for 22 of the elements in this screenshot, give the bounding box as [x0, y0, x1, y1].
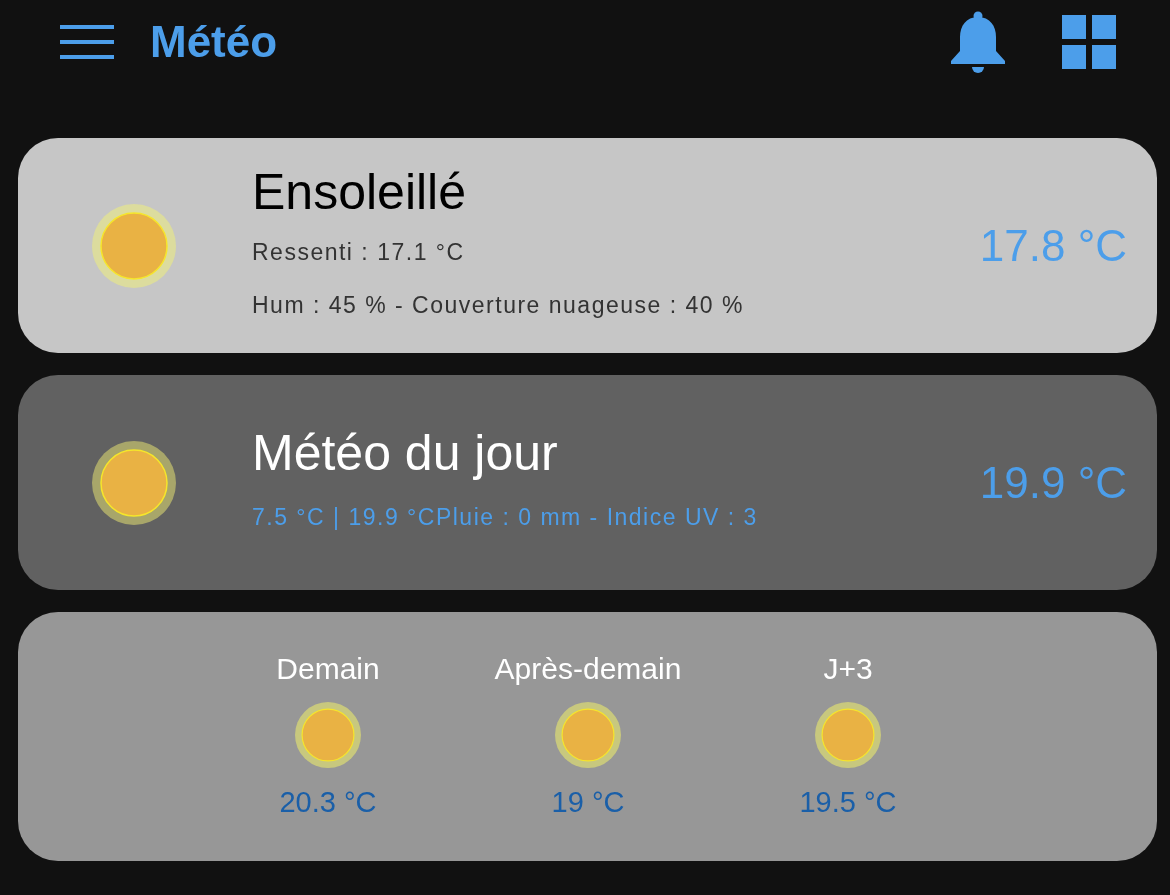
sun-icon	[92, 203, 176, 288]
feels-like: Ressenti : 17.1 °C	[252, 238, 466, 266]
sun-icon	[92, 440, 176, 525]
sun-icon	[555, 702, 621, 768]
today-summary: 7.5 °C | 19.9 °CPluie : 0 mm - Indice UV : 3	[252, 504, 759, 531]
current-temperature: 17.8 °C	[979, 220, 1127, 271]
sun-icon	[815, 702, 881, 768]
weather-details: Hum : 45 % - Couverture nuageuse : 40 %	[252, 291, 745, 319]
forecast-temperature: 19.5 °C	[799, 786, 897, 819]
condition: Ensoleillé	[252, 162, 467, 221]
sun-icon	[295, 702, 361, 768]
menu-icon[interactable]	[60, 25, 114, 59]
forecast-temperature: 20.3 °C	[279, 786, 377, 819]
today-temperature: 19.9 °C	[979, 457, 1127, 508]
grid-icon[interactable]	[1062, 15, 1116, 69]
forecast-temperature: 19 °C	[551, 786, 625, 819]
forecast-day: Demain	[276, 652, 380, 686]
today-title: Météo du jour	[252, 424, 559, 482]
bell-icon[interactable]	[950, 11, 1006, 73]
forecast-day: J+3	[823, 652, 873, 686]
app-title: Météo	[150, 17, 278, 67]
forecast-day: Après-demain	[494, 652, 682, 686]
